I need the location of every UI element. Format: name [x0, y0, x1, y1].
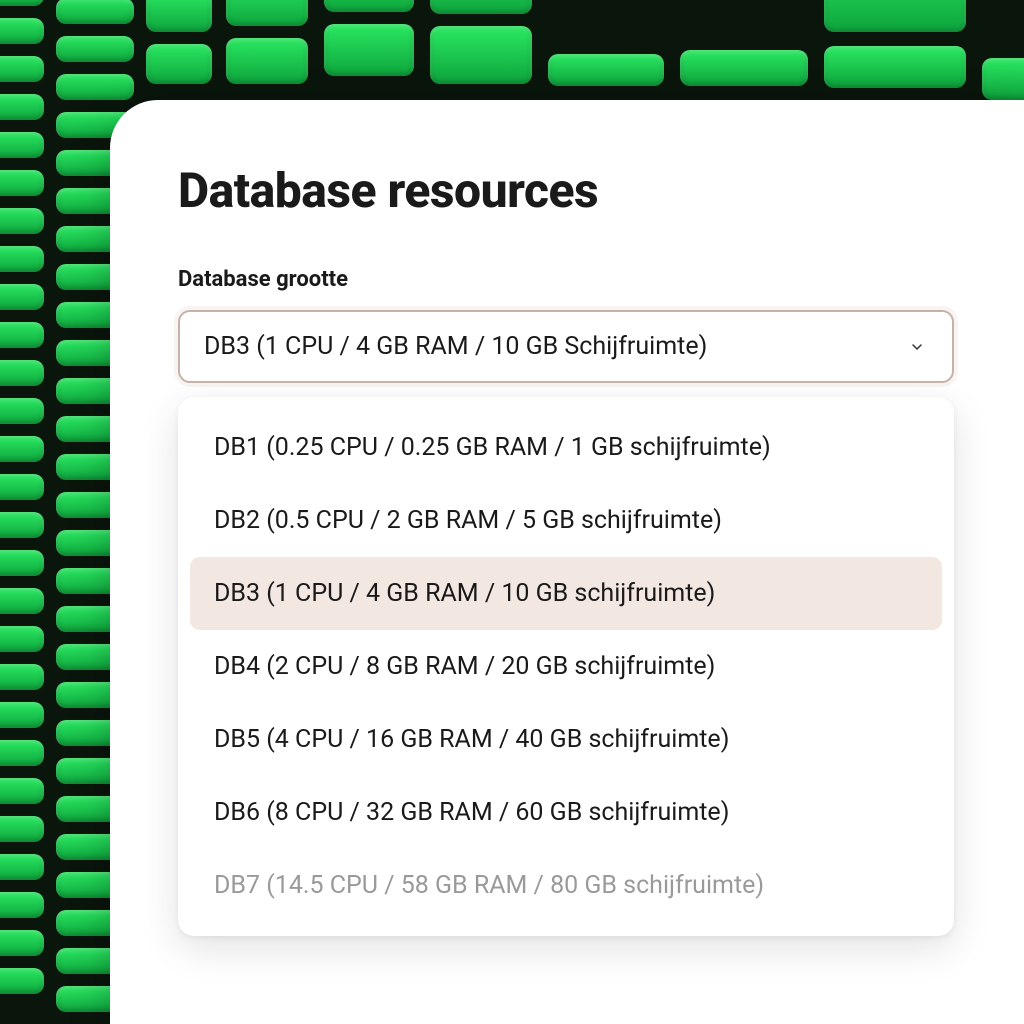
- dropdown-option[interactable]: DB5 (4 CPU / 16 GB RAM / 40 GB schijfrui…: [190, 703, 942, 776]
- page-title: Database resources: [178, 162, 954, 219]
- dropdown-option: DB7 (14.5 CPU / 58 GB RAM / 80 GB schijf…: [190, 849, 942, 922]
- database-size-field: Database grootte DB3 (1 CPU / 4 GB RAM /…: [178, 267, 954, 936]
- dropdown-option[interactable]: DB6 (8 CPU / 32 GB RAM / 60 GB schijfrui…: [190, 776, 942, 849]
- chevron-down-icon: [908, 338, 926, 356]
- dropdown-option[interactable]: DB2 (0.5 CPU / 2 GB RAM / 5 GB schijfrui…: [190, 484, 942, 557]
- dropdown-option[interactable]: DB1 (0.25 CPU / 0.25 GB RAM / 1 GB schij…: [190, 411, 942, 484]
- database-size-select[interactable]: DB3 (1 CPU / 4 GB RAM / 10 GB Schijfruim…: [178, 310, 954, 383]
- field-label: Database grootte: [178, 267, 954, 292]
- database-resources-card: Database resources Database grootte DB3 …: [110, 100, 1024, 1024]
- database-size-dropdown: DB1 (0.25 CPU / 0.25 GB RAM / 1 GB schij…: [178, 397, 954, 936]
- select-value: DB3 (1 CPU / 4 GB RAM / 10 GB Schijfruim…: [204, 332, 707, 361]
- dropdown-option[interactable]: DB4 (2 CPU / 8 GB RAM / 20 GB schijfruim…: [190, 630, 942, 703]
- dropdown-option[interactable]: DB3 (1 CPU / 4 GB RAM / 10 GB schijfruim…: [190, 557, 942, 630]
